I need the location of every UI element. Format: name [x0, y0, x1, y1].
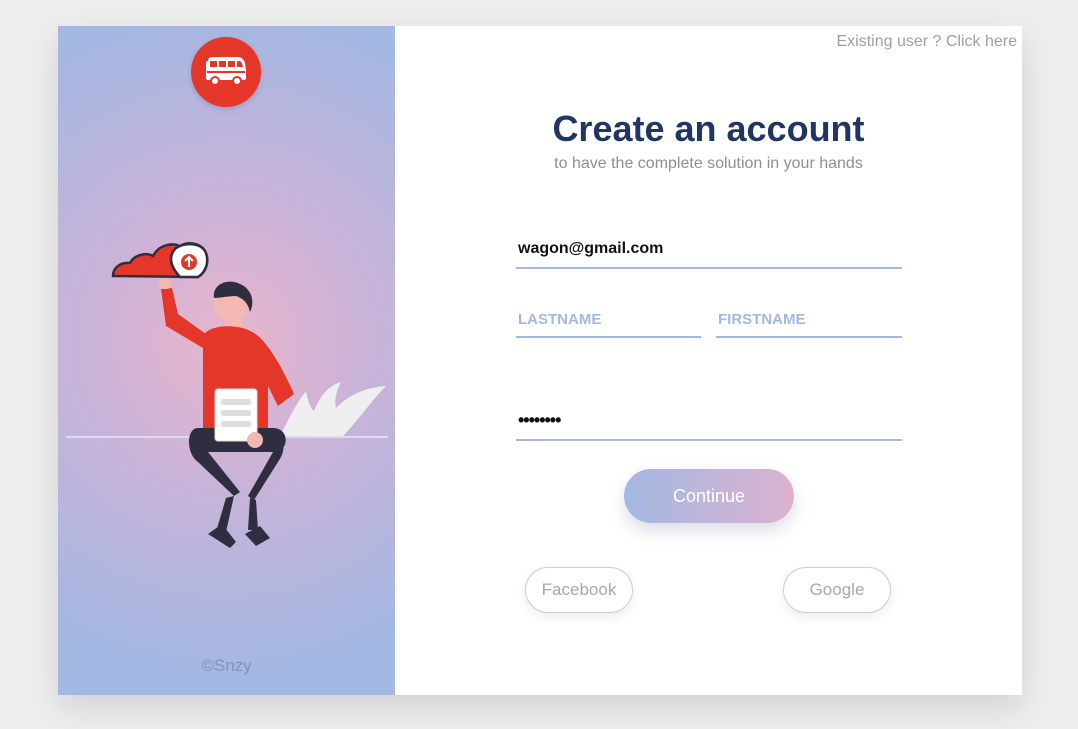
continue-button[interactable]: Continue	[624, 469, 794, 523]
left-panel: ©Snzy	[58, 26, 395, 695]
page-title: Create an account	[552, 108, 865, 149]
signup-card: ©Snzy Existing user ? Click here Create …	[58, 26, 1022, 695]
password-input[interactable]	[516, 408, 906, 433]
email-input[interactable]	[516, 236, 906, 261]
firstname-input[interactable]	[716, 308, 906, 330]
page-subtitle: to have the complete solution in your ha…	[554, 155, 863, 172]
google-button[interactable]: Google	[783, 567, 891, 613]
password-field	[516, 408, 906, 441]
existing-user-link[interactable]: Existing user ? Click here	[836, 33, 1017, 51]
form-panel: Existing user ? Click here Create an acc…	[395, 26, 1022, 695]
lastname-input[interactable]	[516, 308, 705, 330]
logo	[191, 37, 261, 107]
copyright-text: ©Snzy	[201, 656, 252, 675]
person-illustration	[66, 242, 388, 548]
bus-icon	[206, 57, 246, 86]
firstname-field	[716, 308, 906, 338]
lastname-field	[516, 308, 705, 338]
facebook-button[interactable]: Facebook	[525, 567, 633, 613]
email-field	[516, 236, 906, 269]
